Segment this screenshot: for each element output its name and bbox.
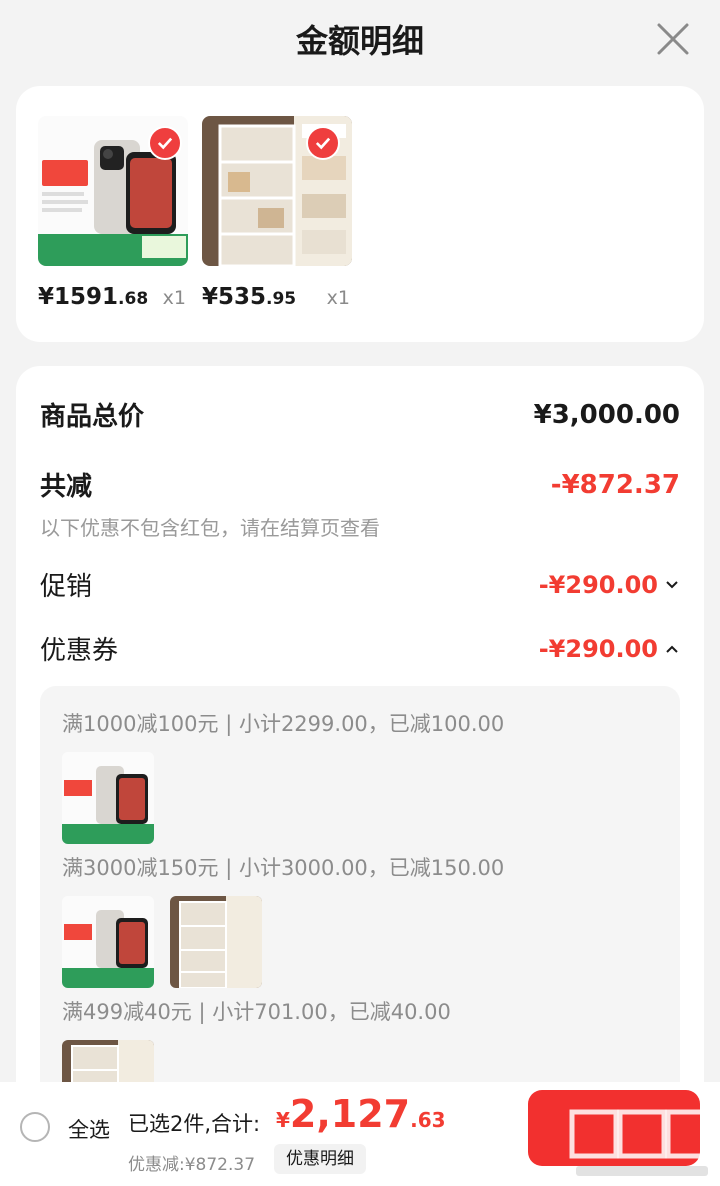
promotion-label: 促销	[40, 572, 93, 602]
coupon-product-image-phone	[62, 752, 154, 844]
product-item-phone[interactable]: ¥1591.68 x1	[38, 116, 208, 310]
product-image-phone	[38, 116, 188, 266]
check-icon	[148, 126, 182, 160]
product-price: ¥535.95	[202, 284, 297, 310]
coupon-product-image-shelf	[170, 896, 262, 988]
coupon-value: -¥290.00	[538, 634, 658, 663]
total-price-row: 商品总价 ¥3,000.00	[40, 396, 680, 433]
select-all-radio[interactable]	[20, 1112, 50, 1142]
chevron-down-icon	[666, 580, 678, 588]
select-all-label[interactable]: 全选	[68, 1114, 110, 1144]
coupon-line: 满3000减150元 | 小计3000.00，已减150.00	[62, 856, 505, 880]
product-price: ¥1591.68	[38, 284, 149, 310]
redpacket-note: 以下优惠不包含红包，请在结算页查看	[40, 516, 380, 540]
total-amount: ¥2,127.63	[276, 1092, 446, 1136]
total-reduction-label: 共减	[40, 472, 93, 502]
total-price-value: ¥3,000.00	[533, 399, 680, 430]
check-icon	[306, 126, 340, 160]
discount-summary: 优惠减:¥872.37	[128, 1155, 256, 1175]
selected-count-label: 已选2件,合计:	[128, 1112, 261, 1136]
total-price-label: 商品总价	[40, 402, 145, 432]
discount-detail-button[interactable]: 优惠明细	[274, 1144, 366, 1174]
promotion-value: -¥290.00	[538, 570, 658, 599]
header: 金额明细	[0, 0, 720, 80]
promotion-value-group: -¥290.00	[539, 571, 680, 599]
promotion-row[interactable]: 促销 -¥290.00	[40, 566, 680, 603]
total-reduction-value: -¥872.37	[550, 469, 680, 500]
product-item-shelf[interactable]: ¥535.95 x1	[202, 116, 372, 310]
checkout-button[interactable]	[528, 1090, 700, 1166]
chevron-up-icon	[666, 645, 678, 653]
coupon-label: 优惠券	[40, 636, 119, 666]
coupon-product-image-phone	[62, 896, 154, 988]
close-icon[interactable]	[656, 22, 690, 56]
product-image-shelf	[202, 116, 352, 266]
product-quantity: x1	[326, 287, 350, 309]
coupon-line: 满499减40元 | 小计701.00，已减40.00	[62, 1000, 451, 1024]
product-price-row: ¥1591.68 x1	[38, 284, 186, 310]
product-price-row: ¥535.95 x1	[202, 284, 350, 310]
checkout-bar: 全选 已选2件,合计: ¥2,127.63 优惠减:¥872.37 优惠明细	[0, 1082, 720, 1186]
page-title: 金额明细	[295, 22, 424, 60]
selected-products-card: ¥1591.68 x1 ¥535.95 x1	[16, 86, 704, 342]
coupon-line: 满1000减100元 | 小计2299.00，已减100.00	[62, 712, 505, 736]
product-quantity: x1	[162, 287, 186, 309]
coupon-value-group: -¥290.00	[539, 635, 680, 663]
total-reduction-row: 共减 -¥872.37	[40, 466, 680, 503]
amount-detail-card: 商品总价 ¥3,000.00 共减 -¥872.37 以下优惠不包含红包，请在结…	[16, 366, 704, 1186]
coupon-row[interactable]: 优惠券 -¥290.00	[40, 630, 680, 667]
